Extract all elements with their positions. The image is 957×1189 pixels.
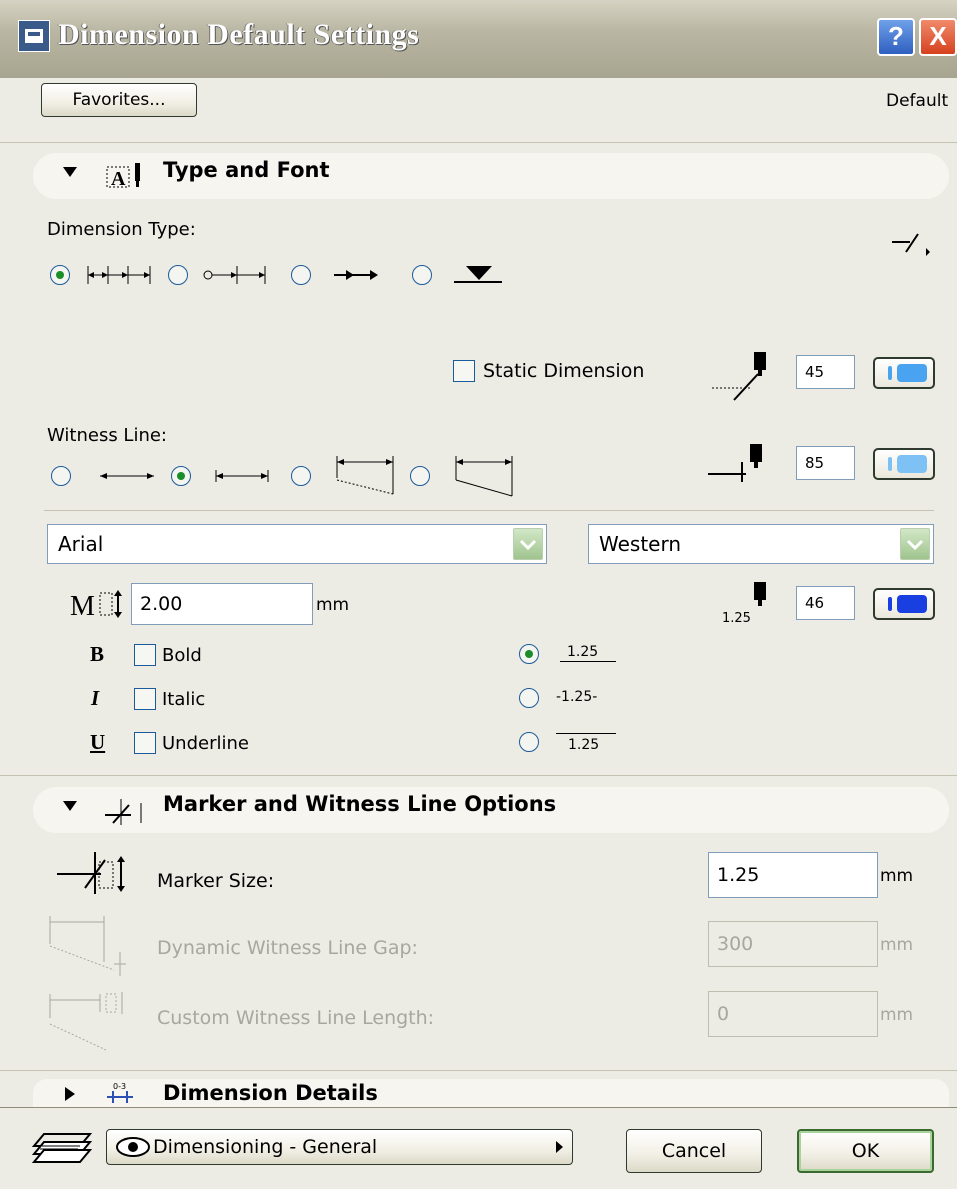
title-bar: Dimension Default Settings ? X [0, 0, 957, 78]
witness-pen-button[interactable] [873, 448, 935, 480]
dimtype-icon-4 [454, 262, 504, 292]
marker-size-icon [55, 848, 129, 902]
chevron-down-icon[interactable] [513, 528, 543, 560]
svg-text:0-3: 0-3 [113, 1082, 126, 1091]
witness-line-label: Witness Line: [47, 425, 167, 446]
placement-above-label: 1.25 [567, 644, 599, 660]
italic-icon: I [91, 686, 100, 710]
witness-pen-field[interactable]: 85 [796, 446, 855, 480]
section-header-type-font[interactable]: A Type and Font [33, 153, 949, 199]
chevron-right-icon [556, 1141, 563, 1153]
placement-inline-label: -1.25- [556, 689, 598, 705]
cancel-button[interactable]: Cancel [626, 1129, 762, 1173]
dimtype-icon-1 [86, 260, 156, 294]
dimtype-radio-1[interactable] [50, 265, 70, 285]
bold-icon: B [90, 642, 105, 666]
underline-checkbox[interactable] [134, 732, 156, 754]
section-label: Type and Font [163, 158, 330, 182]
dimtype-icon-2 [201, 260, 271, 294]
window-title: Dimension Default Settings [58, 18, 420, 51]
witness-radio-3[interactable] [291, 466, 311, 486]
witness-icon-2 [214, 462, 274, 496]
italic-label: Italic [162, 689, 206, 710]
section-label: Dimension Details [163, 1081, 378, 1105]
text-pen-field[interactable]: 46 [796, 586, 855, 620]
chevron-down-icon[interactable] [900, 528, 930, 560]
svg-text:A: A [111, 168, 126, 190]
expand-triangle-icon[interactable] [63, 167, 77, 177]
dynamic-gap-label: Dynamic Witness Line Gap: [157, 937, 418, 959]
custom-length-input[interactable]: 0 [708, 991, 878, 1037]
bold-checkbox[interactable] [134, 644, 156, 666]
help-button[interactable]: ? [877, 18, 915, 56]
dialog-window: Dimension Default Settings ? X Favorites… [0, 0, 957, 1189]
italic-checkbox[interactable] [134, 688, 156, 710]
dimtype-radio-4[interactable] [412, 265, 432, 285]
details-section-icon: 0-3 [105, 1081, 137, 1107]
underline-icon: U [90, 730, 106, 754]
witness-icon-3 [333, 452, 399, 504]
dynamic-gap-unit: mm [880, 935, 914, 955]
witness-icon-4 [452, 452, 518, 504]
collapsed-triangle-icon[interactable] [65, 1087, 75, 1101]
custom-length-unit: mm [880, 1005, 914, 1025]
dynamic-gap-icon [44, 910, 134, 984]
text-pen-icon: 1.25 [722, 580, 774, 630]
arrow-angle-icon [892, 228, 932, 262]
dimension-pen-field[interactable]: 45 [796, 355, 855, 389]
bold-label: Bold [162, 645, 202, 666]
font-name-select[interactable]: Arial [47, 524, 547, 564]
marker-size-label: Marker Size: [157, 870, 275, 892]
section-label: Marker and Witness Line Options [163, 792, 557, 816]
witness-pen-icon [706, 440, 766, 488]
text-height-input[interactable]: 2.00 [131, 583, 313, 625]
witness-icon-1 [98, 462, 158, 496]
placement-radio-above[interactable] [519, 644, 539, 664]
layer-select-label: Dimensioning - General [153, 1136, 378, 1158]
font-script-value: Western [599, 532, 682, 556]
placement-radio-inline[interactable] [519, 688, 539, 708]
svg-text:M: M [70, 591, 95, 621]
static-dimension-checkbox[interactable] [453, 360, 475, 382]
layer-icon [30, 1130, 94, 1168]
marker-section-icon [103, 795, 149, 831]
dimtype-radio-2[interactable] [168, 265, 188, 285]
witness-radio-1[interactable] [51, 466, 71, 486]
dimension-type-label: Dimension Type: [47, 219, 196, 240]
app-icon [18, 20, 50, 52]
placement-below-label: 1.25 [568, 737, 600, 753]
text-height-unit: mm [316, 595, 350, 615]
font-name-value: Arial [58, 532, 104, 556]
dimension-pen-button[interactable] [873, 357, 935, 389]
dimension-line-pen-icon [710, 348, 770, 408]
custom-length-icon [44, 988, 134, 1058]
type-font-icon: A [105, 161, 149, 197]
layer-select-button[interactable]: Dimensioning - General [106, 1129, 573, 1165]
favorites-button[interactable]: Favorites... [41, 83, 197, 117]
section-header-marker[interactable]: Marker and Witness Line Options [33, 787, 949, 833]
dimtype-icon-3 [332, 260, 382, 294]
marker-size-unit: mm [880, 866, 914, 886]
close-button[interactable]: X [919, 18, 957, 56]
placement-radio-below[interactable] [519, 732, 539, 752]
ok-button[interactable]: OK [797, 1129, 934, 1173]
dynamic-gap-input[interactable]: 300 [708, 921, 878, 967]
witness-radio-4[interactable] [410, 466, 430, 486]
witness-radio-2[interactable] [171, 466, 191, 486]
marker-size-input[interactable]: 1.25 [708, 852, 878, 898]
dimtype-radio-3[interactable] [291, 265, 311, 285]
default-label: Default [886, 91, 949, 111]
expand-triangle-icon[interactable] [63, 801, 77, 811]
text-pen-button[interactable] [873, 588, 935, 620]
custom-length-label: Custom Witness Line Length: [157, 1007, 435, 1029]
text-pen-size-label: 1.25 [722, 611, 751, 626]
font-script-select[interactable]: Western [588, 524, 934, 564]
text-height-icon: M [70, 587, 126, 625]
eye-icon [115, 1136, 151, 1163]
section-header-details[interactable]: 0-3 Dimension Details [33, 1079, 949, 1107]
static-dimension-label: Static Dimension [483, 360, 645, 382]
underline-label: Underline [162, 733, 249, 754]
